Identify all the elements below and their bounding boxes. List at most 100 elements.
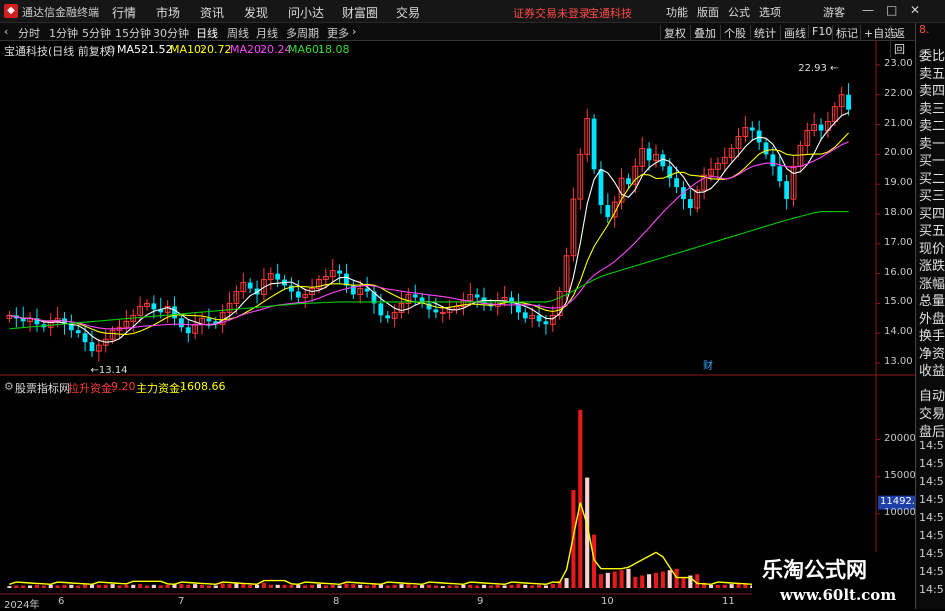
- fund-bar: [48, 584, 53, 588]
- panel-label: 换手: [919, 329, 945, 344]
- candle-body-down: [605, 205, 611, 217]
- candle-body-down: [185, 327, 191, 334]
- candle-body-down: [777, 166, 783, 182]
- price-tick-label: 21.00: [884, 117, 913, 129]
- panel-trade-label[interactable]: 盘后: [919, 421, 945, 440]
- watermark-url: www.60lt.com: [780, 586, 897, 604]
- chart-canvas[interactable]: 22.93 ← ←13.14 财: [0, 0, 915, 595]
- panel-top-tag: 8.: [919, 23, 930, 36]
- fund-bar: [578, 409, 583, 588]
- panel-label: 买二: [919, 171, 945, 187]
- panel-label: 现价: [919, 241, 945, 257]
- price-tick-label: 23.00: [884, 57, 913, 69]
- date-label-sep: 9: [477, 596, 484, 607]
- candle-body-down: [206, 318, 212, 322]
- fund-bar: [76, 585, 81, 588]
- fund-bar: [715, 584, 720, 588]
- candle-body-down: [770, 154, 776, 167]
- candle-body-down: [756, 130, 762, 143]
- panel-trade-label: 14:5: [919, 457, 944, 470]
- fund-bar: [598, 574, 604, 588]
- fund-bar: [117, 585, 122, 588]
- fund-bar: [131, 584, 136, 588]
- panel-label: 买一: [919, 154, 945, 169]
- fund-bar: [124, 584, 129, 588]
- fund-bar: [34, 584, 40, 588]
- panel-trade-label[interactable]: 交易: [919, 403, 945, 422]
- candle-body-down: [433, 309, 439, 313]
- fund-bar: [28, 585, 33, 588]
- fund-bar: [282, 584, 287, 588]
- fund-bar: [193, 584, 198, 588]
- fund-bar: [481, 584, 487, 588]
- fund-bar: [199, 584, 205, 588]
- price-tick-label: 13.00: [884, 356, 913, 368]
- watermark-title: 乐淘公式网: [762, 558, 867, 582]
- fund-bar: [186, 584, 191, 588]
- price-tick-label: 17.00: [884, 236, 913, 248]
- fund-bar: [158, 585, 163, 588]
- fund-bar: [399, 584, 404, 588]
- price-tick-label: 20.00: [884, 147, 913, 159]
- fund-bar: [83, 584, 88, 588]
- fund-bar: [103, 584, 108, 588]
- high-annotation: 22.93 ←: [798, 63, 838, 74]
- fund-bar: [502, 585, 507, 588]
- panel-label: 卖二: [919, 119, 945, 134]
- candle-body-down: [295, 291, 301, 298]
- price-tick-label: 18.00: [884, 207, 913, 218]
- fund-bar: [550, 584, 555, 588]
- fund-bar: [351, 584, 356, 588]
- fund-bar: [14, 585, 19, 588]
- price-tick-label: 19.00: [884, 177, 913, 189]
- fund-bar: [21, 585, 26, 588]
- indicator-tick-label: 10000: [884, 506, 916, 518]
- price-tick-label: 14.00: [884, 326, 913, 338]
- panel-label: 买三: [919, 189, 945, 204]
- candle-body-down: [522, 312, 528, 319]
- panel-trade-label: 14:5: [919, 475, 944, 488]
- low-annotation: ←13.14: [91, 365, 128, 376]
- panel-label: 涨跌: [919, 259, 945, 274]
- fund-bar: [667, 570, 672, 588]
- fund-bar: [289, 584, 294, 588]
- fund-bar: [213, 585, 218, 588]
- indicator-tick-label: 15000: [884, 469, 916, 481]
- panel-trade-label[interactable]: 自动: [919, 385, 945, 404]
- price-tick-label: 15.00: [884, 296, 913, 308]
- fund-bar: [695, 574, 700, 588]
- fund-bar: [495, 584, 500, 588]
- candle-body-down: [82, 333, 88, 343]
- fund-bar: [516, 584, 521, 588]
- fund-bar: [55, 585, 60, 588]
- candle-body-down: [543, 321, 549, 325]
- fund-bar: [475, 585, 480, 588]
- panel-label: 委比: [919, 49, 945, 64]
- price-tick-label: 16.00: [884, 266, 913, 278]
- fund-bar: [323, 585, 328, 588]
- fund-bar: [7, 586, 12, 588]
- fund-bar: [330, 584, 335, 588]
- candle-body-down: [674, 178, 680, 188]
- fund-bar: [564, 578, 569, 588]
- fund-bar: [523, 584, 528, 588]
- fund-bar: [392, 584, 397, 588]
- fund-bar: [310, 584, 315, 588]
- date-label-aug: 8: [333, 596, 340, 607]
- fund-bar: [640, 575, 645, 588]
- panel-label: 外盘: [919, 311, 945, 327]
- candle-body-down: [172, 306, 177, 319]
- fund-bar: [41, 585, 46, 588]
- panel-trade-label: 14:5: [919, 547, 944, 560]
- fund-bar: [234, 583, 239, 588]
- candle-body-down: [385, 315, 391, 319]
- fund-bar: [138, 584, 143, 588]
- candle-body-down: [626, 178, 631, 185]
- fund-bar: [461, 584, 466, 588]
- quote-side-panel: 8. 委比 卖五 卖四 卖三 卖二 卖一 买一 买二 买三 买四 买五 现价 涨跌 涨幅 总量 外盘 换手 净资 收益…: [915, 23, 945, 609]
- fund-bar: [626, 568, 631, 588]
- candle-body-down: [598, 169, 604, 206]
- event-mark: 财: [703, 359, 713, 372]
- candle-body-down: [68, 324, 74, 331]
- candle-body-up: [439, 311, 446, 314]
